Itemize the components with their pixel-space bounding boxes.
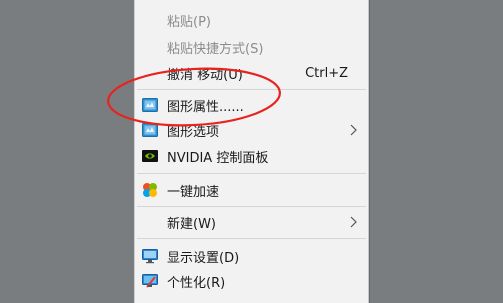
menu-separator — [137, 89, 366, 90]
menu-separator — [137, 238, 366, 239]
menu-item-label: 图形属性...... — [167, 99, 244, 115]
chevron-right-icon — [350, 124, 357, 136]
menu-item-graphics-options[interactable]: 图形选项 — [135, 119, 368, 141]
desktop-background-right — [370, 0, 503, 303]
menu-item-label: 新建(W) — [167, 216, 216, 232]
menu-item-label: 一键加速 — [167, 184, 220, 200]
menu-item-label: NVIDIA 控制面板 — [167, 150, 269, 166]
menu-item-new[interactable]: 新建(W) — [135, 211, 368, 233]
menu-item-label: 显示设置(D) — [167, 250, 240, 266]
menu-item-paste[interactable]: 粘贴(P) — [135, 9, 368, 31]
menu-item-display-settings[interactable]: 显示设置(D) — [135, 245, 368, 267]
menu-item-label: 粘贴快捷方式(S) — [167, 41, 264, 57]
nvidia-icon — [142, 150, 158, 162]
menu-item-label: 粘贴(P) — [167, 14, 211, 30]
monitor-icon — [142, 249, 158, 264]
menu-separator — [137, 206, 366, 207]
menu-item-label: 撤消 移动(U) — [167, 67, 243, 83]
menu-item-label: 个性化(R) — [167, 275, 226, 291]
personalize-icon — [142, 274, 158, 288]
menu-item-paste-shortcut[interactable]: 粘贴快捷方式(S) — [135, 36, 368, 58]
chevron-right-icon — [350, 216, 357, 228]
menu-item-shortcut: Ctrl+Z — [305, 65, 348, 81]
desktop-context-menu: 粘贴(P) 粘贴快捷方式(S) 撤消 移动(U) Ctrl+Z 图形属性....… — [134, 0, 369, 303]
menu-item-one-key-speedup[interactable]: 一键加速 — [135, 179, 368, 201]
speedup-icon — [143, 183, 157, 197]
menu-item-undo-move[interactable]: 撤消 移动(U) Ctrl+Z — [135, 62, 368, 84]
menu-separator — [137, 173, 366, 174]
intel-graphics-icon — [142, 98, 158, 112]
menu-item-nvidia-control-panel[interactable]: NVIDIA 控制面板 — [135, 145, 368, 167]
desktop-background-left — [0, 0, 134, 303]
menu-item-personalize[interactable]: 个性化(R) — [135, 270, 368, 292]
intel-graphics-icon — [142, 123, 158, 137]
menu-item-graphics-properties[interactable]: 图形属性...... — [135, 94, 368, 116]
menu-item-label: 图形选项 — [167, 124, 220, 140]
